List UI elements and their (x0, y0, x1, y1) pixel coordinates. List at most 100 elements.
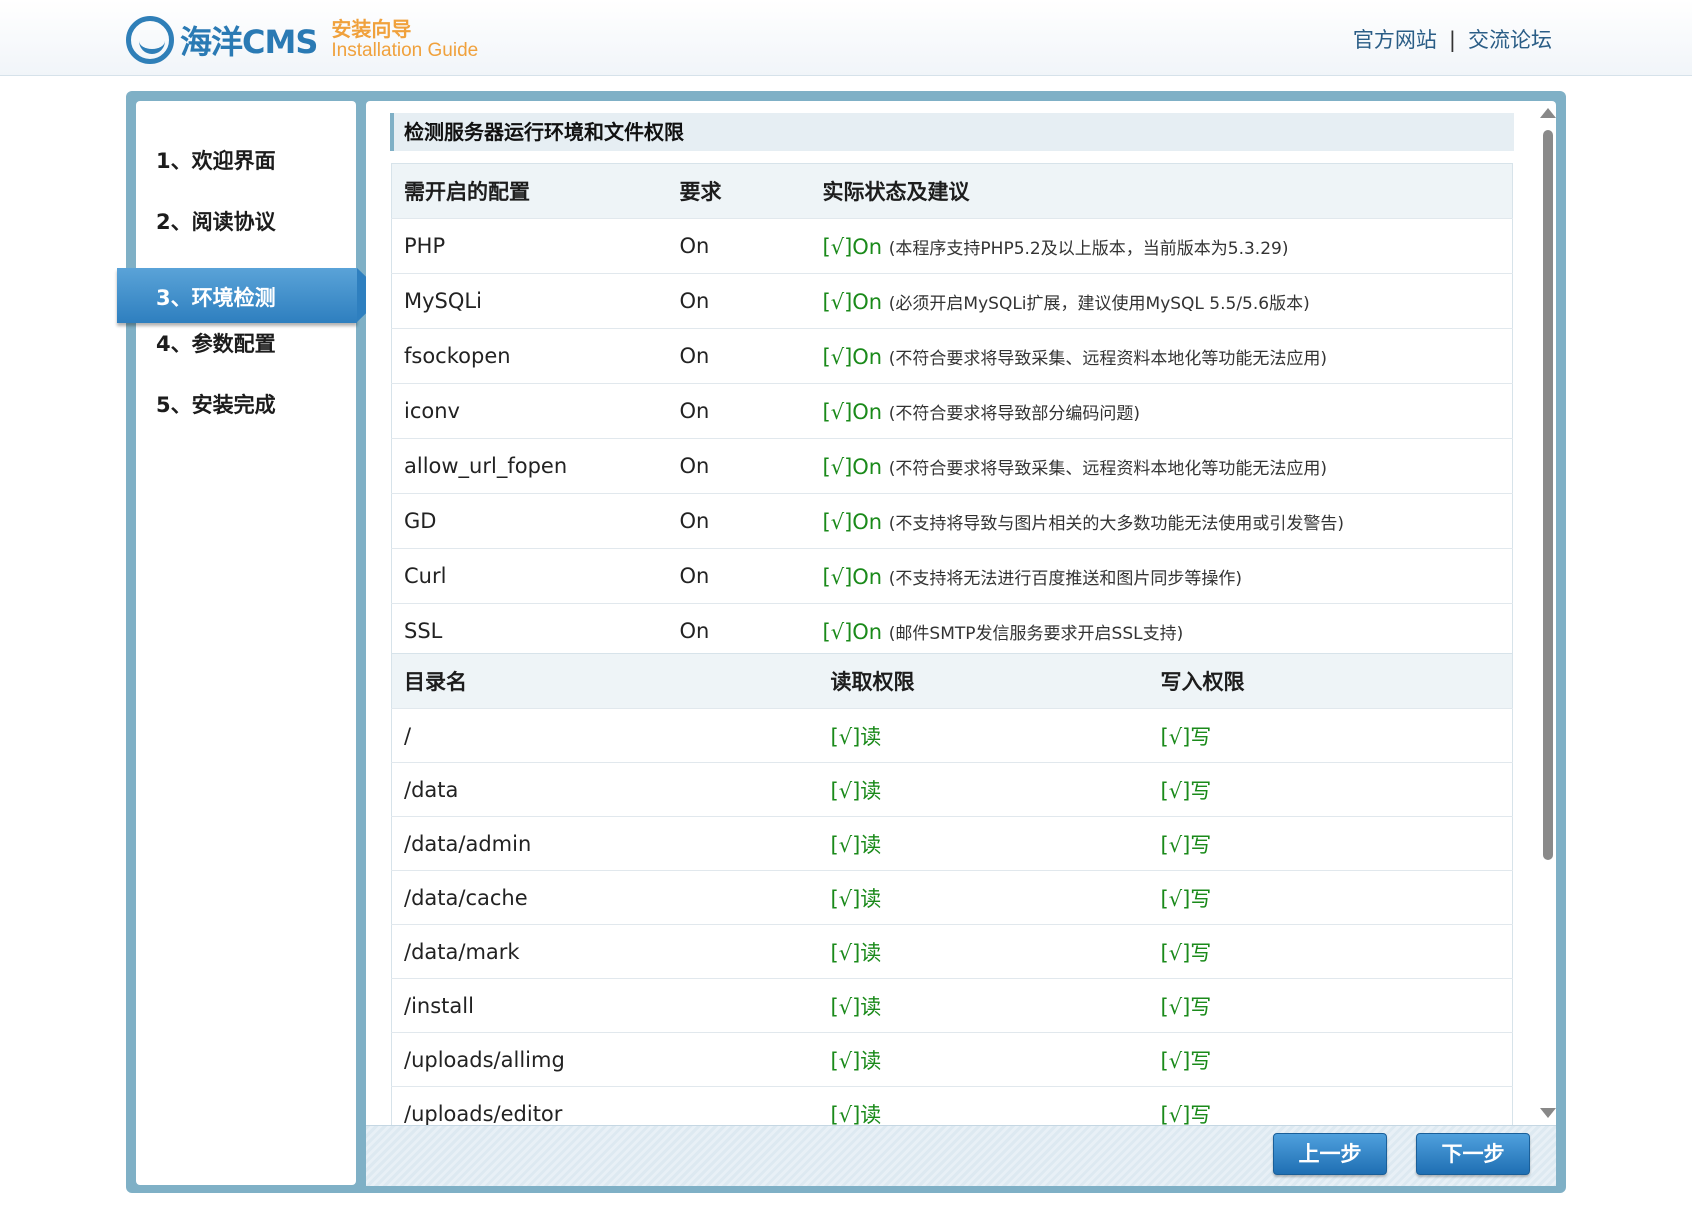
status-note: (本程序支持PHP5.2及以上版本，当前版本为5.3.29) (888, 238, 1289, 259)
step-welcome: 1、欢迎界面 (156, 149, 276, 173)
step-agreement: 2、阅读协议 (156, 210, 276, 234)
table-row: allow_url_fopen On [√]On (不符合要求将导致采集、远程资… (391, 438, 1513, 494)
permission-table: 目录名 读取权限 写入权限 / [√]读 [√]写 /data [√]读 [√]… (391, 653, 1513, 1141)
content-panel[interactable]: 检测服务器运行环境和文件权限 需开启的配置 要求 实际状态及建议 PHP On … (366, 101, 1556, 1185)
table-header-row: 目录名 读取权限 写入权限 (391, 653, 1513, 709)
config-requirement: On (667, 383, 811, 439)
table-row: PHP On [√]On (本程序支持PHP5.2及以上版本，当前版本为5.3.… (391, 218, 1513, 274)
top-links: 官方网站 | 交流论坛 (1353, 24, 1552, 54)
table-row: /data/cache [√]读 [√]写 (391, 870, 1513, 925)
table-row: GD On [√]On (不支持将导致与图片相关的大多数功能无法使用或引发警告) (391, 493, 1513, 549)
config-name: GD (391, 493, 668, 549)
write-permission: [√]写 (1148, 1032, 1513, 1087)
col-header-status: 实际状态及建议 (810, 163, 1513, 219)
table-header-row: 需开启的配置 要求 实际状态及建议 (391, 163, 1513, 219)
directory-name: /data/cache (391, 870, 819, 925)
table-row: /install [√]读 [√]写 (391, 978, 1513, 1033)
read-permission: [√]读 (818, 762, 1149, 817)
write-permission: [√]写 (1148, 762, 1513, 817)
directory-name: /uploads/allimg (391, 1032, 819, 1087)
config-status-cell: [√]On (不支持将无法进行百度推送和图片同步等操作) (810, 548, 1513, 604)
step-complete: 5、安装完成 (156, 393, 276, 417)
config-status-cell: [√]On (不符合要求将导致采集、远程资料本地化等功能无法应用) (810, 328, 1513, 384)
config-status-cell: [√]On (不符合要求将导致采集、远程资料本地化等功能无法应用) (810, 438, 1513, 494)
page-header: 海洋CMS 安装向导 Installation Guide 官方网站 | 交流论坛 (0, 0, 1692, 76)
status-note: (不支持将导致与图片相关的大多数功能无法使用或引发警告) (888, 513, 1345, 534)
table-row: MySQLi On [√]On (必须开启MySQLi扩展，建议使用MySQL … (391, 273, 1513, 329)
table-row: / [√]读 [√]写 (391, 708, 1513, 763)
status-note: (不支持将无法进行百度推送和图片同步等操作) (888, 568, 1243, 589)
config-name: SSL (391, 603, 668, 659)
step-env-check-label: 3、环境检测 (156, 286, 276, 310)
status-ok: [√]On (822, 289, 883, 314)
config-requirement: On (667, 328, 811, 384)
col-header-requirement: 要求 (667, 163, 811, 219)
table-row: /uploads/allimg [√]读 [√]写 (391, 1032, 1513, 1087)
write-permission: [√]写 (1148, 978, 1513, 1033)
status-ok: [√]On (822, 454, 883, 479)
forum-link[interactable]: 交流论坛 (1468, 28, 1552, 52)
next-step-button[interactable]: 下一步 (1416, 1133, 1530, 1175)
status-ok: [√]On (822, 234, 883, 259)
logo-name: 海洋CMS (180, 23, 318, 61)
step-config: 4、参数配置 (156, 332, 276, 356)
status-note: (必须开启MySQLi扩展，建议使用MySQL 5.5/5.6版本) (888, 293, 1310, 314)
link-separator: | (1448, 28, 1456, 52)
logo: 海洋CMS 安装向导 Installation Guide (126, 12, 478, 68)
config-requirement: On (667, 493, 811, 549)
scrollbar-thumb[interactable] (1543, 130, 1553, 860)
content-scrollbar[interactable] (1540, 108, 1556, 1118)
col-header-write: 写入权限 (1148, 653, 1513, 709)
table-row: iconv On [√]On (不符合要求将导致部分编码问题) (391, 383, 1513, 439)
read-permission: [√]读 (818, 1032, 1149, 1087)
col-header-read: 读取权限 (818, 653, 1149, 709)
table-row: fsockopen On [√]On (不符合要求将导致采集、远程资料本地化等功… (391, 328, 1513, 384)
status-ok: [√]On (822, 344, 883, 369)
status-note: (邮件SMTP发信服务要求开启SSL支持) (888, 623, 1184, 644)
directory-name: /data/mark (391, 924, 819, 979)
config-name: iconv (391, 383, 668, 439)
status-ok: [√]On (822, 399, 883, 424)
scroll-down-arrow-icon[interactable] (1540, 1108, 1556, 1118)
config-name: fsockopen (391, 328, 668, 384)
config-name: MySQLi (391, 273, 668, 329)
config-status-cell: [√]On (本程序支持PHP5.2及以上版本，当前版本为5.3.29) (810, 218, 1513, 274)
read-permission: [√]读 (818, 924, 1149, 979)
write-permission: [√]写 (1148, 816, 1513, 871)
table-row: /data/admin [√]读 [√]写 (391, 816, 1513, 871)
config-requirement: On (667, 438, 811, 494)
directory-name: /data/admin (391, 816, 819, 871)
col-header-config: 需开启的配置 (391, 163, 668, 219)
env-check-table: 需开启的配置 要求 实际状态及建议 PHP On [√]On (本程序支持PHP… (391, 163, 1513, 659)
col-header-directory: 目录名 (391, 653, 819, 709)
status-ok: [√]On (822, 619, 883, 644)
read-permission: [√]读 (818, 816, 1149, 871)
config-requirement: On (667, 218, 811, 274)
write-permission: [√]写 (1148, 870, 1513, 925)
official-site-link[interactable]: 官方网站 (1353, 28, 1437, 52)
config-requirement: On (667, 603, 811, 659)
prev-step-button[interactable]: 上一步 (1273, 1133, 1387, 1175)
steps-sidebar (136, 101, 356, 1185)
config-requirement: On (667, 273, 811, 329)
status-ok: [√]On (822, 509, 883, 534)
scroll-up-arrow-icon[interactable] (1540, 108, 1556, 118)
config-name: PHP (391, 218, 668, 274)
guide-title-cn: 安装向导 (331, 17, 412, 41)
config-name: allow_url_fopen (391, 438, 668, 494)
write-permission: [√]写 (1148, 924, 1513, 979)
directory-name: /data (391, 762, 819, 817)
read-permission: [√]读 (818, 870, 1149, 925)
config-requirement: On (667, 548, 811, 604)
config-name: Curl (391, 548, 668, 604)
config-status-cell: [√]On (不符合要求将导致部分编码问题) (810, 383, 1513, 439)
wave-logo-icon (126, 16, 174, 64)
section-title: 检测服务器运行环境和文件权限 (390, 113, 1514, 151)
table-row: /data [√]读 [√]写 (391, 762, 1513, 817)
table-row: SSL On [√]On (邮件SMTP发信服务要求开启SSL支持) (391, 603, 1513, 659)
table-row: Curl On [√]On (不支持将无法进行百度推送和图片同步等操作) (391, 548, 1513, 604)
guide-title-en: Installation Guide (331, 40, 479, 61)
status-ok: [√]On (822, 564, 883, 589)
table-row: /data/mark [√]读 [√]写 (391, 924, 1513, 979)
directory-name: /install (391, 978, 819, 1033)
